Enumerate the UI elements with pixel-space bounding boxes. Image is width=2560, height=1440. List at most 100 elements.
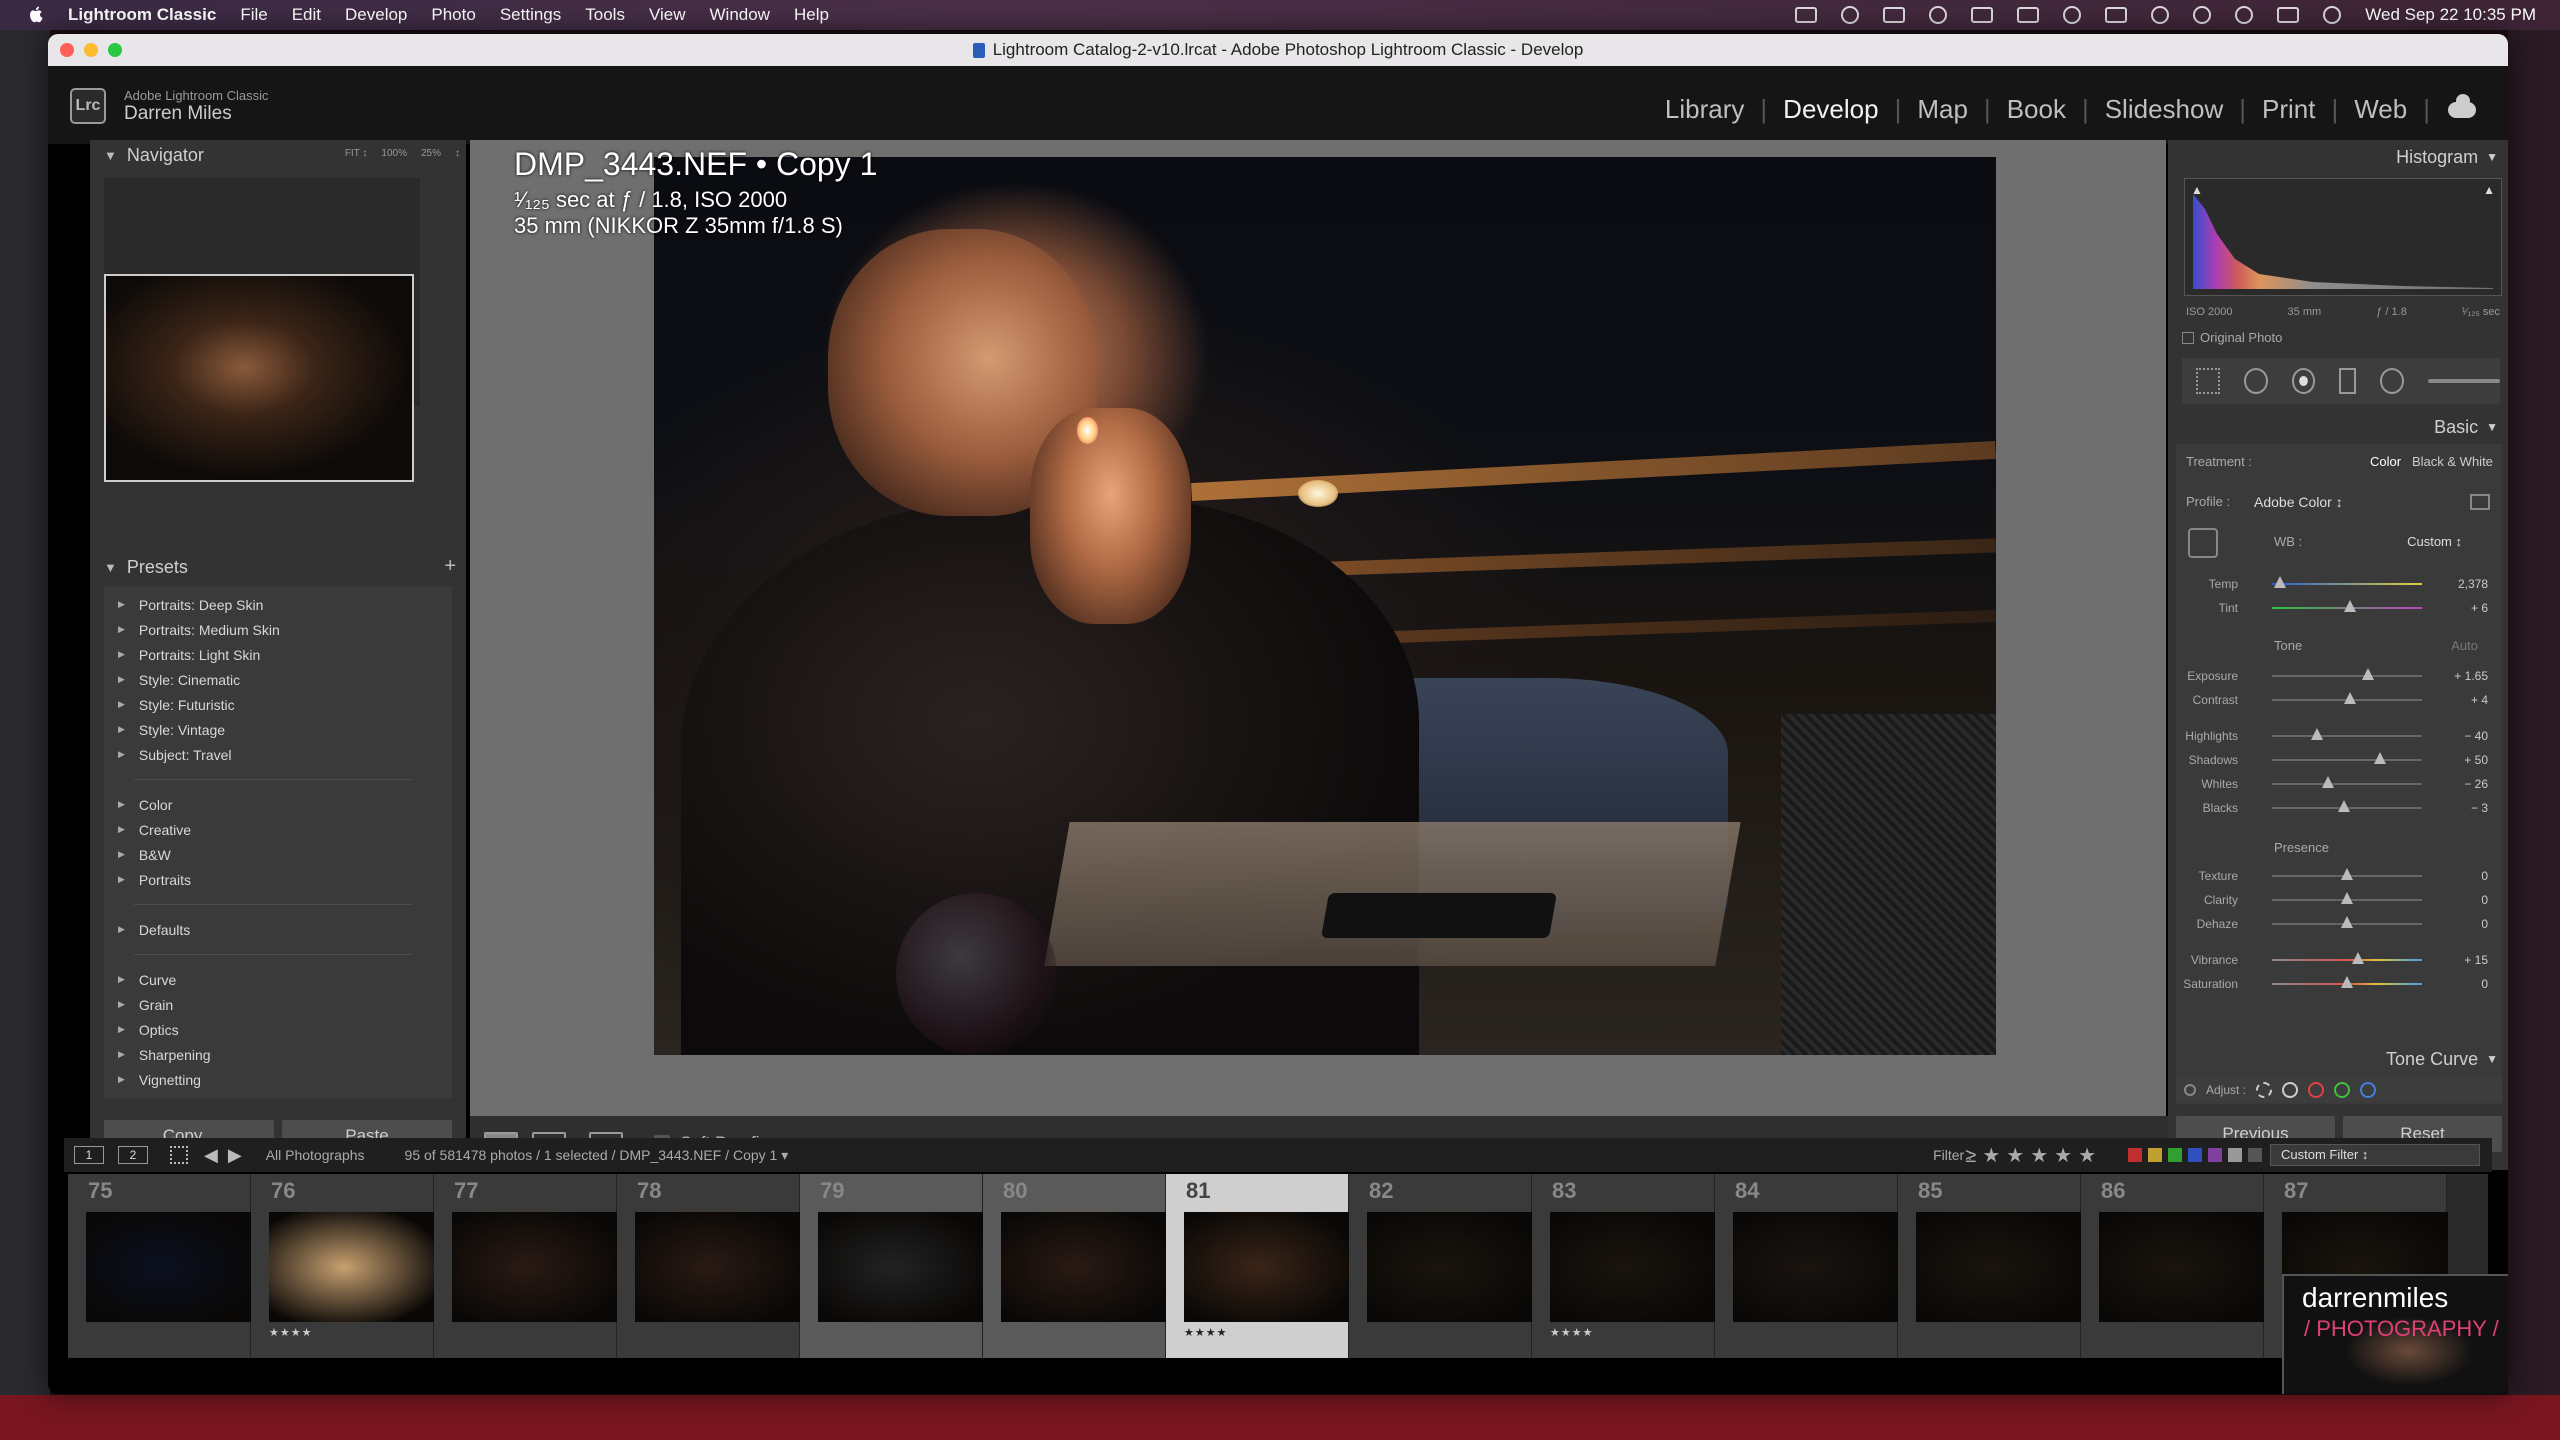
slider-track[interactable] xyxy=(2272,783,2422,785)
filmstrip-cell[interactable]: 77 xyxy=(434,1174,618,1358)
preset-group[interactable]: ▶ Style: Cinematic xyxy=(104,667,452,692)
point-curve-blue-icon[interactable] xyxy=(2360,1082,2377,1098)
histogram-header[interactable]: Histogram ▼ xyxy=(2168,140,2508,174)
filmstrip-thumbnail[interactable] xyxy=(1367,1212,1533,1322)
filmstrip-cell[interactable]: 82 xyxy=(1349,1174,1533,1358)
target-adjust-icon[interactable] xyxy=(2184,1084,2196,1096)
volume-icon[interactable] xyxy=(2105,7,2128,23)
back-arrow-icon[interactable]: ◀ xyxy=(204,1145,218,1166)
collapse-triangle-icon[interactable]: ▼ xyxy=(104,560,117,575)
color-label-filter[interactable] xyxy=(2128,1148,2262,1162)
preset-group[interactable]: ▶ Sharpening xyxy=(104,1042,452,1067)
zoom-more[interactable]: ↕ xyxy=(455,148,460,159)
filmstrip-thumbnail[interactable] xyxy=(1550,1212,1716,1322)
menu-help[interactable]: Help xyxy=(794,5,829,25)
slider-tint[interactable]: Tint + 6 xyxy=(2176,596,2502,620)
slider-blacks[interactable]: Blacks − 3 xyxy=(2176,796,2502,820)
screen-record-icon[interactable] xyxy=(1795,7,1818,23)
slider-exposure[interactable]: Exposure + 1.65 xyxy=(2176,664,2502,688)
preset-group[interactable]: ▶ Color xyxy=(104,792,452,817)
preset-group[interactable]: ▶ Portraits xyxy=(104,867,452,892)
tone-curve-header[interactable]: Tone Curve ▼ xyxy=(2168,1042,2508,1076)
menu-tools[interactable]: Tools xyxy=(585,5,625,25)
filmstrip-cell[interactable]: 84 xyxy=(1715,1174,1899,1358)
collapse-triangle-icon[interactable]: ▼ xyxy=(2486,420,2498,434)
filmstrip-cell[interactable]: 81 ★★★★ xyxy=(1166,1174,1350,1358)
slider-track[interactable] xyxy=(2272,735,2422,737)
slider-track[interactable] xyxy=(2272,959,2422,961)
menubar-clock[interactable]: Wed Sep 22 10:35 PM xyxy=(2365,5,2536,25)
preset-group[interactable]: ▶ Curve xyxy=(104,967,452,992)
slider-thumb[interactable] xyxy=(2311,728,2323,740)
slider-thumb[interactable] xyxy=(2273,576,2286,588)
grid-view-icon[interactable] xyxy=(170,1146,188,1164)
backup-icon[interactable] xyxy=(1929,6,1948,24)
filmstrip-count[interactable]: 95 of 581478 photos / 1 selected / DMP_3… xyxy=(405,1147,789,1164)
filmstrip-thumbnail[interactable] xyxy=(2099,1212,2265,1322)
slider-thumb[interactable] xyxy=(2321,776,2334,788)
filmstrip-cell[interactable]: 83 ★★★★ xyxy=(1532,1174,1716,1358)
collapse-triangle-icon[interactable]: ▼ xyxy=(2486,150,2498,164)
preset-group[interactable]: ▶ Subject: Travel xyxy=(104,742,452,767)
radial-tool-icon[interactable] xyxy=(2380,368,2404,394)
menu-file[interactable]: File xyxy=(240,5,267,25)
zoom-100[interactable]: 100% xyxy=(381,148,407,159)
slider-thumb[interactable] xyxy=(2351,952,2364,964)
preset-group[interactable]: ▶ Style: Vintage xyxy=(104,717,452,742)
point-curve-white-icon[interactable] xyxy=(2282,1082,2299,1098)
slider-thumb[interactable] xyxy=(2338,800,2350,812)
module-book[interactable]: Book xyxy=(1991,94,2082,125)
preset-group[interactable]: ▶ Portraits: Light Skin xyxy=(104,642,452,667)
play-icon[interactable] xyxy=(2063,6,2082,24)
preset-group[interactable]: ▶ Creative xyxy=(104,817,452,842)
preset-group[interactable]: ▶ Vignetting xyxy=(104,1067,452,1092)
siri-icon[interactable] xyxy=(2323,6,2342,24)
treatment-black-white[interactable]: Black & White xyxy=(2412,454,2493,469)
slider-thumb[interactable] xyxy=(2341,868,2353,880)
slider-thumb[interactable] xyxy=(2374,752,2386,764)
filmstrip-cell[interactable]: 75 xyxy=(68,1174,252,1358)
bluetooth-icon[interactable] xyxy=(2151,6,2170,24)
slider-texture[interactable]: Texture 0 xyxy=(2176,864,2502,888)
cloud-sync-icon[interactable] xyxy=(2448,93,2476,118)
wb-select[interactable]: Custom ↕ xyxy=(2407,534,2462,549)
slider-thumb[interactable] xyxy=(2341,916,2353,928)
wifi-off-icon[interactable] xyxy=(2193,6,2212,24)
module-develop[interactable]: Develop xyxy=(1767,94,1894,125)
module-slideshow[interactable]: Slideshow xyxy=(2089,94,2240,125)
preset-group[interactable]: ▶ Defaults xyxy=(104,917,452,942)
crop-tool-icon[interactable] xyxy=(2196,368,2220,394)
main-photo[interactable] xyxy=(654,157,1996,1055)
slider-track[interactable] xyxy=(2272,759,2422,761)
module-library[interactable]: Library xyxy=(1649,94,1760,125)
original-photo-toggle[interactable]: Original Photo xyxy=(2182,330,2282,345)
control-center-icon[interactable] xyxy=(2277,7,2300,23)
zoom-25[interactable]: 25% xyxy=(421,148,441,159)
parametric-curve-icon[interactable] xyxy=(2256,1082,2273,1098)
menu-window[interactable]: Window xyxy=(710,5,770,25)
dropbox-icon[interactable] xyxy=(1841,6,1860,24)
wd-drive-icon[interactable] xyxy=(1883,7,1906,23)
window-2-button[interactable]: 2 xyxy=(118,1146,148,1164)
filmstrip-thumbnail[interactable] xyxy=(86,1212,252,1322)
preset-group[interactable]: ▶ Portraits: Medium Skin xyxy=(104,617,452,642)
battery-icon[interactable] xyxy=(2017,7,2040,23)
preset-group[interactable]: ▶ Portraits: Deep Skin xyxy=(104,592,452,617)
window-1-button[interactable]: 1 xyxy=(74,1146,104,1164)
custom-filter-select[interactable]: Custom Filter ↕ xyxy=(2270,1144,2480,1166)
menu-settings[interactable]: Settings xyxy=(500,5,561,25)
filmstrip-cell[interactable]: 76 ★★★★ xyxy=(251,1174,435,1358)
navigator-header[interactable]: ▼ Navigator FIT ↕ 100% 25% ↕ xyxy=(90,140,466,170)
filmstrip-cell[interactable]: 79 xyxy=(800,1174,984,1358)
profile-select[interactable]: Adobe Color ↕ xyxy=(2254,494,2343,510)
close-window-button[interactable] xyxy=(60,43,74,57)
slider-thumb[interactable] xyxy=(2344,692,2356,704)
basic-header[interactable]: Basic ▼ xyxy=(2168,410,2508,444)
profile-browser-icon[interactable] xyxy=(2470,494,2490,510)
filmstrip-thumbnail[interactable] xyxy=(269,1212,435,1322)
preset-group[interactable]: ▶ Style: Futuristic xyxy=(104,692,452,717)
slider-vibrance[interactable]: Vibrance + 15 xyxy=(2176,948,2502,972)
filmstrip-thumbnail[interactable] xyxy=(1916,1212,2082,1322)
point-curve-green-icon[interactable] xyxy=(2334,1082,2351,1098)
slider-temp[interactable]: Temp 2,378 xyxy=(2176,572,2502,596)
